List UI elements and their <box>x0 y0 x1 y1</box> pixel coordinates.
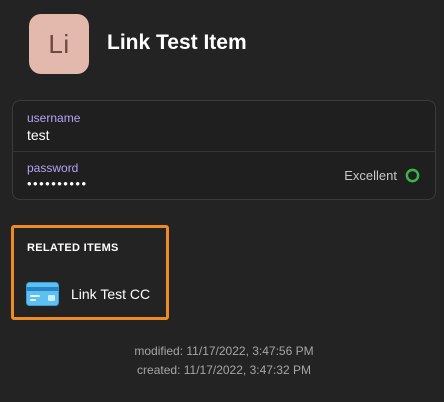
item-detail-page: Li Link Test Item username test password… <box>0 0 444 402</box>
username-field[interactable]: username test <box>13 101 435 152</box>
related-items-header: RELATED ITEMS <box>27 242 119 254</box>
password-label: password <box>27 161 79 175</box>
item-title: Link Test Item <box>107 31 247 54</box>
username-label: username <box>27 111 81 125</box>
password-strength-label: Excellent <box>344 168 397 183</box>
username-value[interactable]: test <box>27 127 50 143</box>
modified-timestamp: modified: 11/17/2022, 3:47:56 PM <box>134 344 314 358</box>
avatar: Li <box>29 14 89 74</box>
password-strength: Excellent <box>344 168 420 183</box>
password-value[interactable]: •••••••••• <box>27 176 88 191</box>
related-items-section: RELATED ITEMS Link Test CC <box>11 225 169 320</box>
credit-card-icon <box>26 282 59 306</box>
fields-card: username test password •••••••••• Excell… <box>12 100 436 200</box>
related-item-label: Link Test CC <box>71 286 151 302</box>
created-timestamp: created: 11/17/2022, 3:47:32 PM <box>137 363 311 377</box>
related-item[interactable]: Link Test CC <box>26 282 150 306</box>
strength-ring-icon <box>405 168 420 183</box>
password-field[interactable]: password •••••••••• Excellent <box>13 151 435 201</box>
